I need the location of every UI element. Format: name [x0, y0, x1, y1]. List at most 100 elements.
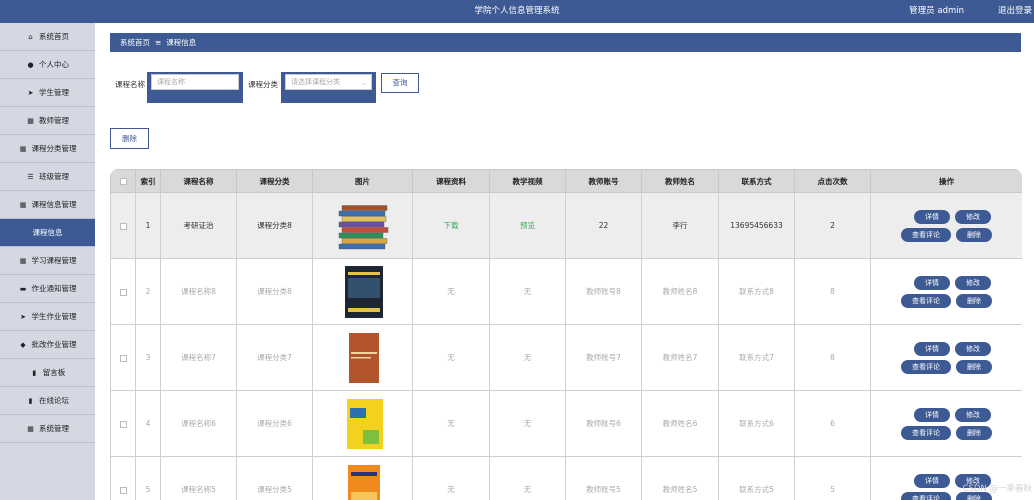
sidebar: ⌂ 系统首页 ● 个人中心 ➤ 学生管理 ▦ 教师管理 ▦ 课程分类管理 ☰ 班级管理 ▦ 课程信息管理课…: [0, 23, 95, 500]
table-row: 2 课程名称8 课程分类8 无无教师账号8 教师姓名8 联系方式8 8 详情 修改 查看评论 删除: [110, 258, 1022, 325]
row-checkbox[interactable]: [119, 222, 127, 230]
grid-icon: ▦: [19, 200, 27, 209]
watermark: CSDN @一季春秋: [962, 484, 1032, 494]
delete-row-button[interactable]: 删除: [956, 227, 992, 242]
delete-row-button[interactable]: 删除: [956, 359, 992, 374]
edit-button[interactable]: 修改: [955, 407, 991, 422]
row-select-cell[interactable]: [110, 324, 136, 391]
breadcrumb-home[interactable]: 系统首页: [120, 38, 150, 47]
detail-button[interactable]: 详情: [914, 341, 950, 356]
course-category-select[interactable]: 请选择课程分类 ⌵: [285, 74, 372, 90]
detail-button[interactable]: 详情: [914, 275, 950, 290]
cell-teacher-name: 教师姓名6: [641, 390, 719, 457]
send-icon: ➤: [27, 88, 34, 97]
sidebar-item[interactable]: ◆ 批改作业管理: [0, 331, 95, 359]
chart-icon: ▮: [28, 396, 33, 405]
sidebar-item[interactable]: ▦ 学习课程管理: [0, 247, 95, 275]
sidebar-item[interactable]: ▬ 作业通知管理: [0, 275, 95, 303]
delete-selected-button[interactable]: 删除: [110, 128, 149, 149]
cell-category: 课程分类5: [236, 456, 313, 500]
course-cover-image: [346, 398, 383, 449]
row-select-cell[interactable]: [110, 192, 136, 259]
sidebar-item[interactable]: ▦ 课程信息管理: [0, 191, 95, 219]
delete-row-button[interactable]: 删除: [956, 425, 992, 440]
grid-icon: ▦: [19, 256, 27, 265]
cell-teacher-account: 教师账号6: [565, 390, 642, 457]
course-image-cell: [312, 390, 413, 457]
edit-button[interactable]: 修改: [955, 275, 991, 290]
cell-name: 课程名称5: [160, 456, 237, 500]
cell-name: 课程名称7: [160, 324, 237, 391]
course-cover-image: [344, 265, 383, 318]
select-all-header[interactable]: [110, 169, 136, 193]
row-select-cell[interactable]: [110, 390, 136, 457]
edit-button[interactable]: 修改: [955, 341, 991, 356]
sidebar-item-label: 留言板: [42, 368, 66, 377]
cell-material: 无: [412, 258, 490, 325]
sidebar-item[interactable]: ➤ 学生作业管理: [0, 303, 95, 331]
cell-clicks: 8: [794, 324, 871, 391]
view-comments-button[interactable]: 查看评论: [901, 227, 951, 242]
detail-button[interactable]: 详情: [914, 473, 950, 488]
column-header: 点击次数: [794, 169, 871, 193]
table-row: 1 考研证治 课程分类8 下载 预览 22 李行 13695456633 2 详情 修改 查看评论 删除: [110, 192, 1022, 259]
sidebar-item[interactable]: ▮ 在线论坛: [0, 387, 95, 415]
row-checkbox[interactable]: [119, 420, 127, 428]
cell-video-link[interactable]: 预览: [489, 192, 566, 259]
select-all-checkbox[interactable]: [119, 178, 127, 185]
sidebar-item[interactable]: ▦ 教师管理: [0, 107, 95, 135]
grid-icon: ▦: [27, 424, 34, 433]
column-header: 课程名称: [160, 169, 237, 193]
row-select-cell[interactable]: [110, 456, 136, 500]
detail-button[interactable]: 详情: [914, 209, 950, 224]
sidebar-item[interactable]: ▦ 系统管理: [0, 415, 95, 443]
course-category-field-frame: 请选择课程分类 ⌵: [281, 72, 376, 103]
edit-button[interactable]: 修改: [955, 209, 991, 224]
sidebar-item[interactable]: ⌂ 系统首页: [0, 23, 95, 51]
cell-teacher-account: 教师账号5: [565, 456, 642, 500]
row-select-cell[interactable]: [110, 258, 136, 325]
row-checkbox[interactable]: [119, 354, 127, 362]
cell-index: 1: [135, 192, 161, 259]
table-row: 4 课程名称6 课程分类6 无无教师账号6 教师姓名6 联系方式6 6 详情 修改 查看评论 删除: [110, 390, 1022, 457]
cell-index: 4: [135, 390, 161, 457]
table-header-row: 索引 课程名称 课程分类 图片 课程资料 教学视频 教师账号 教师姓名 联系方式 点击次数 操作: [110, 169, 1022, 193]
delete-row-button[interactable]: 删除: [956, 293, 992, 308]
course-name-field-frame: 课程名称: [147, 72, 243, 103]
view-comments-button[interactable]: 查看评论: [901, 359, 951, 374]
logout-link[interactable]: 退出登录: [998, 4, 1032, 16]
sidebar-item-label: 学生管理: [39, 88, 69, 97]
sidebar-item[interactable]: ▮ 留言板: [0, 359, 95, 387]
cell-material: 无: [412, 456, 490, 500]
query-button[interactable]: 查询: [381, 73, 419, 93]
course-image-cell: [312, 192, 413, 259]
cell-contact: 联系方式5: [718, 456, 795, 500]
cell-material-link[interactable]: 下载: [412, 192, 490, 259]
row-checkbox[interactable]: [119, 288, 127, 296]
cell-clicks: 6: [794, 390, 871, 457]
sidebar-item[interactable]: ▦ 课程分类管理: [0, 135, 95, 163]
cell-teacher-name: 教师姓名8: [641, 258, 719, 325]
cell-teacher-name: 李行: [641, 192, 719, 259]
sidebar-item[interactable]: ● 个人中心: [0, 51, 95, 79]
view-comments-button[interactable]: 查看评论: [901, 425, 951, 440]
sidebar-item[interactable]: ☰ 班级管理: [0, 163, 95, 191]
cell-index: 2: [135, 258, 161, 325]
current-user: 管理员 admin: [909, 6, 964, 16]
sidebar-item[interactable]: ➤ 学生管理: [0, 79, 95, 107]
cell-name: 课程名称8: [160, 258, 237, 325]
cell-teacher-account: 22: [565, 192, 642, 259]
course-image-cell: [312, 324, 413, 391]
sidebar-item[interactable]: 课程信息: [0, 219, 95, 247]
cell-clicks: 2: [794, 192, 871, 259]
course-name-input[interactable]: 课程名称: [151, 74, 239, 90]
cell-clicks: 5: [794, 456, 871, 500]
detail-button[interactable]: 详情: [914, 407, 950, 422]
row-checkbox[interactable]: [119, 486, 127, 494]
view-comments-button[interactable]: 查看评论: [901, 491, 951, 500]
cell-contact: 联系方式8: [718, 258, 795, 325]
sidebar-item-label: 学生作业管理: [31, 312, 77, 321]
cell-clicks: 8: [794, 258, 871, 325]
view-comments-button[interactable]: 查看评论: [901, 293, 951, 308]
cell-contact: 13695456633: [718, 192, 795, 259]
